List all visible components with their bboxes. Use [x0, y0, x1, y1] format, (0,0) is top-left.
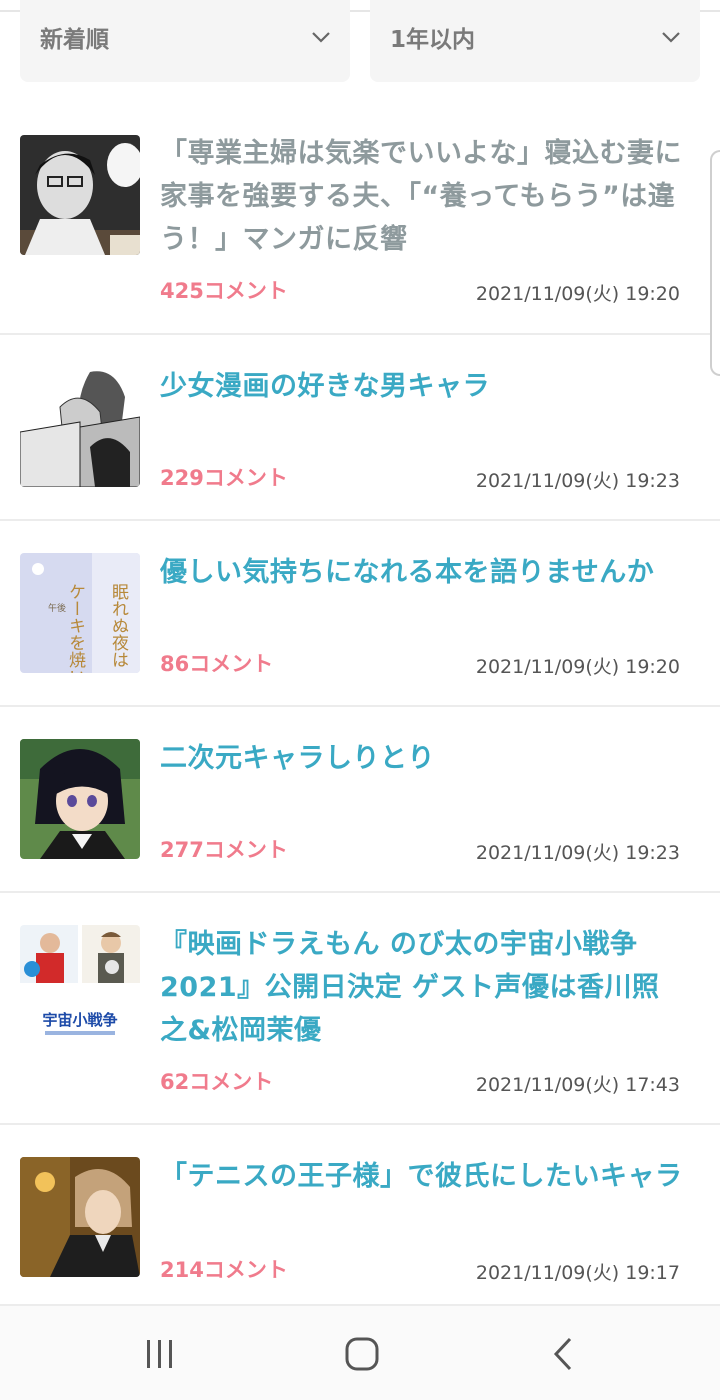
topic-date: 2021/11/09(火) 19:23	[475, 470, 680, 492]
topic-date: 2021/11/09(火) 19:20	[475, 656, 680, 678]
topic-title[interactable]: 「テニスの王子様」で彼氏にしたいキャラ	[160, 1155, 685, 1198]
topic-date: 2021/11/09(火) 17:43	[475, 1074, 680, 1096]
chevron-down-icon	[662, 32, 680, 43]
topic-title[interactable]: 二次元キャラしりとり	[160, 737, 685, 780]
topic-title[interactable]: 「専業主婦は気楽でいいよな」寝込む妻に家事を強要する夫、「“養ってもらう”は違う…	[160, 132, 685, 261]
topic-date: 2021/11/09(火) 19:23	[475, 842, 680, 864]
comment-count: 425コメント	[160, 279, 288, 303]
chevron-down-icon	[312, 32, 330, 43]
period-select-value: 1年以内	[390, 27, 476, 53]
topic-thumbnail: 眠れぬ夜は ケーキを焼いて 午後	[20, 553, 140, 673]
sort-select-value: 新着順	[40, 27, 109, 53]
topic-thumbnail	[20, 739, 140, 859]
book-author-text: 午後	[48, 602, 66, 614]
comment-count: 277コメント	[160, 838, 288, 862]
topic-list-item[interactable]: 眠れぬ夜は ケーキを焼いて 午後 優しい気持ちになれる本を語りませんか 86コメ…	[0, 521, 720, 707]
topic-list-item[interactable]: 二次元キャラしりとり 277コメント 2021/11/09(火) 19:23	[0, 707, 720, 893]
topic-date: 2021/11/09(火) 19:20	[475, 283, 680, 305]
back-icon[interactable]	[544, 1334, 584, 1374]
topic-thumbnail	[20, 367, 140, 487]
topic-list-item[interactable]: 「テニスの王子様」で彼氏にしたいキャラ 214コメント 2021/11/09(火…	[0, 1125, 720, 1306]
movie-logo-text: 宇宙小戦争	[42, 1011, 117, 1029]
topic-thumbnail: 宇宙小戦争	[20, 925, 140, 1045]
scroll-handle[interactable]	[710, 150, 720, 376]
comment-count: 86コメント	[160, 652, 274, 676]
comment-count: 229コメント	[160, 466, 288, 490]
topic-title[interactable]: 『映画ドラえもん のび太の宇宙小戦争2021』公開日決定 ゲスト声優は香川照之&…	[160, 923, 685, 1052]
home-icon[interactable]	[342, 1334, 382, 1374]
book-title-text: ケーキを焼いて	[65, 583, 86, 673]
recent-apps-icon[interactable]	[140, 1334, 180, 1374]
topic-list-item[interactable]: 宇宙小戦争 『映画ドラえもん のび太の宇宙小戦争2021』公開日決定 ゲスト声優…	[0, 893, 720, 1125]
sort-select[interactable]: 新着順	[20, 0, 350, 82]
comment-count: 214コメント	[160, 1258, 288, 1282]
comment-count: 62コメント	[160, 1070, 274, 1094]
book-title-text: 眠れぬ夜は	[108, 583, 129, 668]
topic-thumbnail	[20, 135, 140, 255]
period-select[interactable]: 1年以内	[370, 0, 700, 82]
topic-list-item[interactable]: 少女漫画の好きな男キャラ 229コメント 2021/11/09(火) 19:23	[0, 335, 720, 521]
system-nav-bar	[0, 1306, 720, 1400]
topic-list-item[interactable]: 「専業主婦は気楽でいいよな」寝込む妻に家事を強要する夫、「“養ってもらう”は違う…	[0, 110, 720, 335]
topic-date: 2021/11/09(火) 19:17	[475, 1262, 680, 1284]
topic-thumbnail	[20, 1157, 140, 1277]
topic-title[interactable]: 少女漫画の好きな男キャラ	[160, 365, 685, 408]
topic-title[interactable]: 優しい気持ちになれる本を語りませんか	[160, 551, 685, 594]
